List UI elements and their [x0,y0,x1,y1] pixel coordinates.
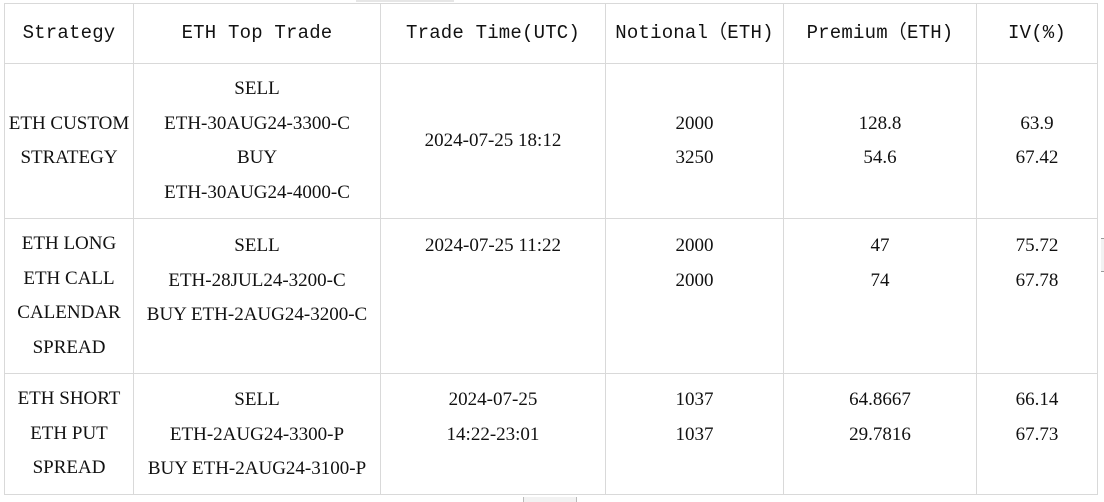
cell-iv[interactable]: 75.72 67.78 [976,218,1098,374]
instrument: ETH-28JUL24-3200-C [168,269,346,291]
notional-value: 1037 [675,389,714,410]
strategy-line: ETH SHORT [17,388,121,410]
strategy-line: ETH CALL [23,267,115,289]
cell-trade-time[interactable]: 2024-07-25 11:22 [380,218,606,374]
iv-value: 67.78 [1015,269,1059,291]
strategy-line: ETH PUT [30,422,108,444]
premium-value: 128.8 [858,112,902,134]
trade-time: 2024-07-25 11:22 [425,235,561,256]
cell-notional[interactable]: 2000 3250 [605,63,784,219]
header-trade-time[interactable]: Trade Time(UTC) [380,3,606,64]
premium-value: 74 [870,269,890,291]
scrollbar-top-handle[interactable] [356,0,454,2]
trade-side: SELL [234,78,280,99]
iv-value: 63.9 [1020,112,1054,134]
notional-value: 3250 [675,147,714,168]
cell-iv[interactable]: 63.9 67.42 [976,63,1098,219]
cell-strategy[interactable]: ETH CUSTOM STRATEGY [4,63,134,219]
trade-side: SELL [234,389,280,410]
strategy-line: SPREAD [32,336,106,358]
instrument: BUY ETH-2AUG24-3100-P [147,458,367,479]
iv-value: 67.73 [1015,423,1059,445]
cell-premium[interactable]: 128.8 54.6 [783,63,977,219]
header-iv[interactable]: IV(%) [976,3,1098,64]
premium-value: 54.6 [863,147,897,168]
strategy-line: CALENDAR [17,302,121,323]
header-notional[interactable]: Notional（ETH) [605,3,784,64]
instrument: ETH-30AUG24-4000-C [164,181,350,203]
cell-top-trade[interactable]: SELL ETH-2AUG24-3300-P BUY ETH-2AUG24-31… [133,373,381,495]
header-row: Strategy ETH Top Trade Trade Time(UTC) N… [4,3,1098,64]
table-row: ETH LONG ETH CALL CALENDAR SPREAD SELL E… [4,218,1098,374]
strategy-line: ETH LONG [21,233,117,254]
spreadsheet: Strategy ETH Top Trade Trade Time(UTC) N… [4,3,1098,495]
trade-side: SELL [234,235,280,256]
cell-top-trade[interactable]: SELL ETH-28JUL24-3200-C BUY ETH-2AUG24-3… [133,218,381,374]
cell-strategy[interactable]: ETH LONG ETH CALL CALENDAR SPREAD [4,218,134,374]
instrument: BUY ETH-2AUG24-3200-C [146,304,368,325]
iv-value: 66.14 [1015,389,1059,410]
trade-time: 2024-07-25 18:12 [424,129,562,151]
premium-value: 29.7816 [849,423,911,445]
cell-premium[interactable]: 64.8667 29.7816 [783,373,977,495]
table-row: ETH CUSTOM STRATEGY SELL ETH-30AUG24-330… [4,63,1098,219]
strategy-line: STRATEGY [20,147,118,168]
cell-iv[interactable]: 66.14 67.73 [976,373,1098,495]
iv-value: 67.42 [1015,147,1059,168]
notional-value: 1037 [675,423,714,445]
cell-trade-time[interactable]: 2024-07-25 18:12 [380,63,606,219]
cell-notional[interactable]: 1037 1037 [605,373,784,495]
iv-value: 75.72 [1015,235,1059,256]
strategy-line: ETH CUSTOM [8,112,130,134]
notional-value: 2000 [675,112,714,134]
header-top-trade[interactable]: ETH Top Trade [133,3,381,64]
notional-value: 2000 [675,269,714,291]
eth-block-trades-table: Strategy ETH Top Trade Trade Time(UTC) N… [4,3,1098,495]
table-row: ETH SHORT ETH PUT SPREAD SELL ETH-2AUG24… [4,373,1098,495]
cell-trade-time[interactable]: 2024-07-25 14:22-23:01 [380,373,606,495]
instrument: ETH-2AUG24-3300-P [169,423,345,445]
cell-premium[interactable]: 47 74 [783,218,977,374]
strategy-line: SPREAD [32,457,106,479]
header-premium[interactable]: Premium（ETH) [783,3,977,64]
trade-date: 2024-07-25 [448,389,538,410]
scrollbar-bottom-handle[interactable] [523,497,577,502]
trade-side: BUY [236,147,278,168]
cell-notional[interactable]: 2000 2000 [605,218,784,374]
instrument: ETH-30AUG24-3300-C [164,112,350,134]
notional-value: 2000 [675,235,714,256]
premium-value: 64.8667 [849,389,911,410]
premium-value: 47 [870,235,890,256]
cell-strategy[interactable]: ETH SHORT ETH PUT SPREAD [4,373,134,495]
header-strategy[interactable]: Strategy [4,3,134,64]
trade-time-range: 14:22-23:01 [446,423,540,445]
cell-top-trade[interactable]: SELL ETH-30AUG24-3300-C BUY ETH-30AUG24-… [133,63,381,219]
